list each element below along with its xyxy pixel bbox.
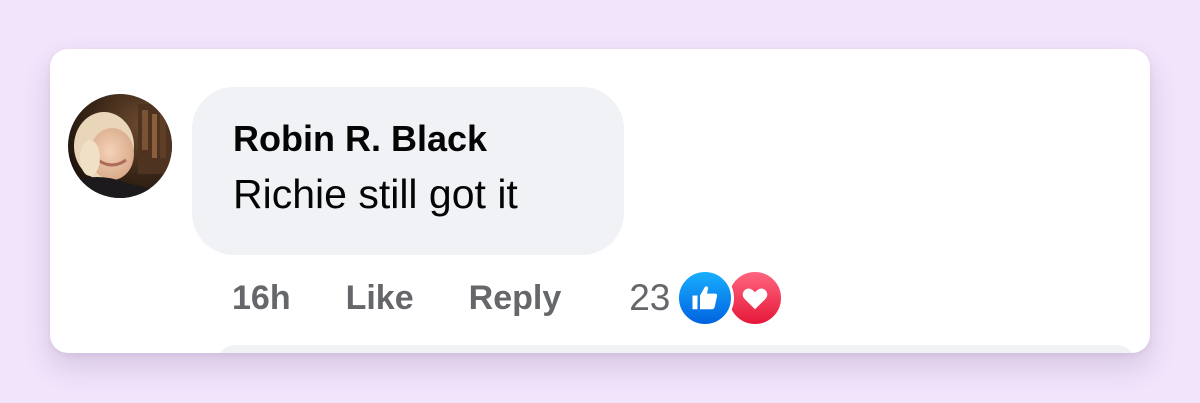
next-comment-bubble	[216, 345, 1136, 353]
love-icon	[726, 269, 785, 327]
comment-actions: 16h Like Reply 23	[232, 269, 785, 327]
reaction-count: 23	[629, 277, 671, 318]
reactions-summary[interactable]: 23	[629, 269, 785, 327]
like-button[interactable]: Like	[346, 279, 414, 318]
comment-text: Richie still got it	[233, 171, 518, 217]
comment-card: Robin R. Black Richie still got it 16h L…	[50, 49, 1150, 353]
comment-bubble: Robin R. Black Richie still got it	[192, 87, 624, 255]
comment-author[interactable]: Robin R. Black	[233, 117, 624, 161]
reply-button[interactable]: Reply	[469, 279, 562, 318]
avatar[interactable]	[68, 94, 172, 198]
comment-timestamp[interactable]: 16h	[232, 279, 291, 318]
avatar-photo	[68, 94, 172, 198]
like-icon	[676, 269, 735, 327]
